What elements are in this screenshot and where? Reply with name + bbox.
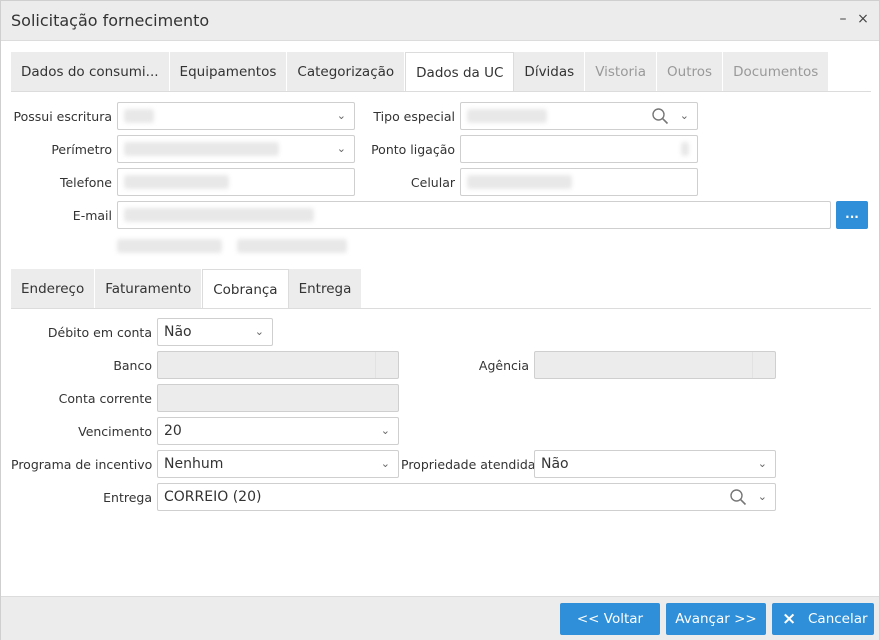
celular-field[interactable] (460, 168, 698, 196)
redacted-value (467, 109, 547, 123)
possui-escritura-select[interactable]: ⌄ (117, 102, 355, 130)
cancelar-button[interactable]: × Cancelar (772, 603, 874, 635)
cancelar-label: Cancelar (808, 611, 868, 627)
email-options-button[interactable]: ... (836, 201, 868, 229)
vencimento-value: 20 (164, 423, 182, 439)
sub-tab-divider (11, 308, 871, 309)
programa-incentivo-select[interactable]: Nenhum ⌄ (157, 450, 399, 478)
redacted-value (124, 142, 279, 156)
sub-tab-strip: Endereço Faturamento Cobrança Entrega (11, 269, 363, 309)
tab-outros: Outros (657, 52, 724, 92)
agencia-label: Agência (478, 358, 529, 373)
tipo-especial-lookup[interactable]: ⌄ (460, 102, 698, 130)
vencimento-label: Vencimento (78, 424, 152, 439)
propriedade-atendida-select[interactable]: Não ⌄ (534, 450, 776, 478)
perimetro-label: Perímetro (51, 142, 112, 157)
dialog-window: Solicitação fornecimento – × Dados do co… (0, 0, 880, 640)
propriedade-atendida-value: Não (541, 456, 569, 472)
chevron-down-icon: ⌄ (380, 424, 390, 437)
agencia-field (534, 351, 776, 379)
banco-label: Banco (113, 358, 152, 373)
programa-incentivo-value: Nenhum (164, 456, 224, 472)
redacted-value (467, 175, 572, 189)
redacted-value (124, 109, 154, 123)
chevron-down-icon: ⌄ (679, 109, 689, 122)
ponto-ligacao-label: Ponto ligação (371, 142, 455, 157)
banco-field (157, 351, 399, 379)
field-divider (375, 352, 376, 378)
redacted-value (681, 142, 689, 156)
chevron-down-icon: ⌄ (336, 142, 346, 155)
chevron-down-icon: ⌄ (254, 325, 264, 338)
tab-endereco[interactable]: Endereço (11, 269, 96, 309)
programa-incentivo-label: Programa de incentivo (11, 457, 153, 472)
debito-em-conta-value: Não (164, 324, 192, 340)
close-icon: × (782, 609, 797, 629)
entrega-value: CORREIO (20) (164, 489, 262, 505)
search-icon[interactable] (729, 488, 747, 506)
redacted-text (117, 239, 222, 253)
search-icon[interactable] (651, 107, 669, 125)
minimize-icon[interactable]: – (835, 11, 851, 27)
tab-documentos: Documentos (723, 52, 830, 92)
tab-cobranca[interactable]: Cobrança (202, 269, 289, 309)
tipo-especial-label: Tipo especial (373, 109, 455, 124)
entrega-lookup[interactable]: CORREIO (20) ⌄ (157, 483, 776, 511)
debito-em-conta-label: Débito em conta (47, 325, 152, 340)
window-title: Solicitação fornecimento (11, 11, 210, 30)
close-icon[interactable]: × (855, 11, 871, 27)
title-bar: Solicitação fornecimento – × (1, 1, 879, 41)
email-field[interactable] (117, 201, 831, 229)
field-divider (752, 352, 753, 378)
conta-corrente-label: Conta corrente (58, 391, 152, 406)
propriedade-atendida-label: Propriedade atendida (401, 457, 536, 472)
vencimento-select[interactable]: 20 ⌄ (157, 417, 399, 445)
tab-equipamentos[interactable]: Equipamentos (169, 52, 288, 92)
possui-escritura-label: Possui escritura (13, 109, 112, 124)
tab-faturamento[interactable]: Faturamento (95, 269, 203, 309)
tab-dados-consumidor[interactable]: Dados do consumi... (11, 52, 170, 92)
footer-bar: << Voltar Avançar >> × Cancelar (1, 596, 879, 640)
entrega-label: Entrega (103, 490, 152, 505)
tab-dividas[interactable]: Dívidas (514, 52, 586, 92)
chevron-down-icon: ⌄ (380, 457, 390, 470)
redacted-value (124, 208, 314, 222)
redacted-text (237, 239, 347, 253)
telefone-label: Telefone (59, 175, 112, 190)
avancar-button[interactable]: Avançar >> (666, 603, 766, 635)
debito-em-conta-select[interactable]: Não ⌄ (157, 318, 273, 346)
ponto-ligacao-field[interactable] (460, 135, 698, 163)
redacted-value (124, 175, 229, 189)
voltar-button[interactable]: << Voltar (560, 603, 660, 635)
email-label: E-mail (72, 208, 112, 223)
main-tab-divider (11, 91, 871, 92)
tab-categorizacao[interactable]: Categorização (287, 52, 406, 92)
telefone-field[interactable] (117, 168, 355, 196)
celular-label: Celular (410, 175, 455, 190)
conta-corrente-field (157, 384, 399, 412)
perimetro-select[interactable]: ⌄ (117, 135, 355, 163)
chevron-down-icon: ⌄ (757, 490, 767, 503)
chevron-down-icon: ⌄ (757, 457, 767, 470)
tab-dados-uc[interactable]: Dados da UC (405, 52, 515, 92)
tab-entrega[interactable]: Entrega (288, 269, 363, 309)
tab-vistoria: Vistoria (585, 52, 658, 92)
main-tab-strip: Dados do consumi... Equipamentos Categor… (11, 52, 830, 92)
chevron-down-icon: ⌄ (336, 109, 346, 122)
